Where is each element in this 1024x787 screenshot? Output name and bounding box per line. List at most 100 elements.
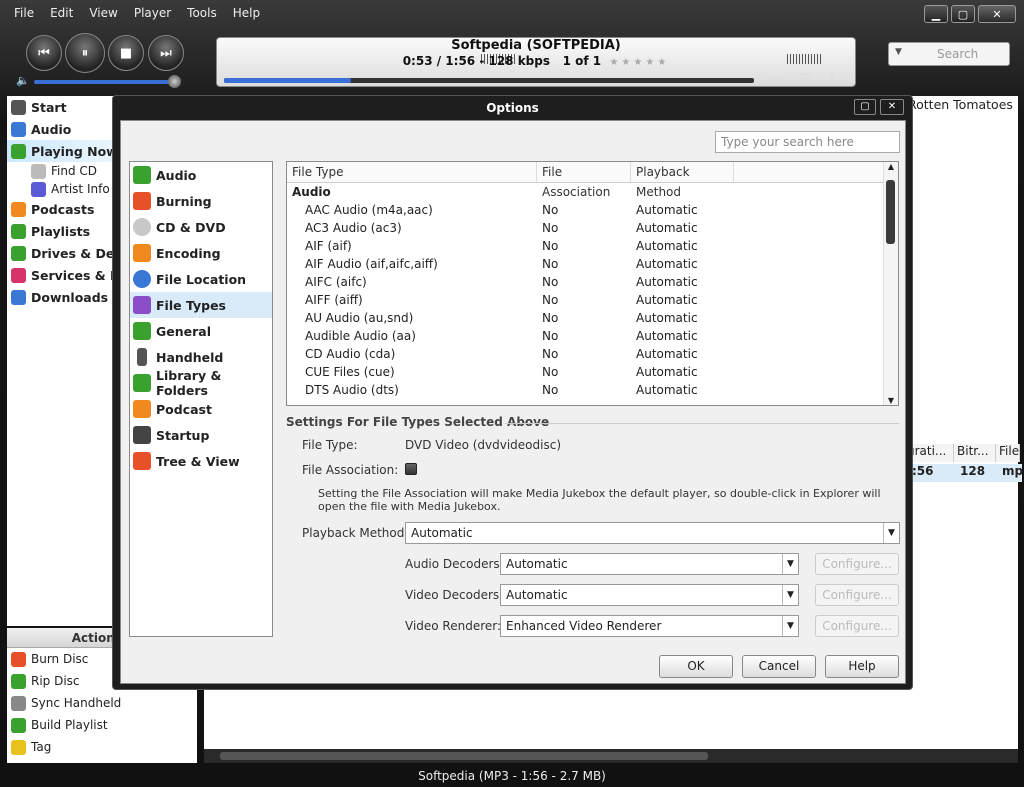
video-renderer-label: Video Renderer:	[405, 619, 502, 633]
puzzle-icon	[133, 296, 151, 314]
playback-method-value: Automatic	[411, 526, 473, 540]
chevron-down-icon[interactable]: ▼	[883, 523, 899, 543]
playback-cell: Automatic	[636, 347, 698, 361]
menu-tools[interactable]: Tools	[179, 6, 225, 24]
close-button[interactable]: ✕	[978, 5, 1016, 23]
table-row[interactable]: AU Audio (au,snd) No Automatic	[287, 309, 898, 327]
tree-item-burning[interactable]: Burning	[130, 188, 272, 214]
minimize-button[interactable]: ▁	[924, 5, 948, 23]
scroll-down-icon[interactable]: ▼	[884, 396, 898, 405]
tree-item-library-folders[interactable]: Library & Folders	[130, 368, 272, 398]
menu-edit[interactable]: Edit	[42, 6, 81, 24]
association-cell: No	[542, 221, 559, 235]
tree-item-label: Library & Folders	[156, 368, 222, 398]
column-file-association[interactable]: File Association	[537, 162, 631, 199]
table-row[interactable]: AAC Audio (m4a,aac) No Automatic	[287, 201, 898, 219]
video-decoders-select[interactable]: Automatic ▼	[500, 584, 799, 606]
tree-item-file-location[interactable]: File Location	[130, 266, 272, 292]
chevron-down-icon[interactable]: ▼	[895, 47, 902, 57]
options-search-input[interactable]: Type your search here	[715, 131, 900, 153]
configure-video-button[interactable]: Configure...	[815, 584, 899, 606]
action-build-playlist[interactable]: Build Playlist	[7, 714, 197, 736]
previous-button[interactable]: ⏮	[26, 35, 62, 71]
chevron-down-icon[interactable]: ▼	[782, 585, 798, 605]
next-button[interactable]: ⏭	[148, 35, 184, 71]
maximize-button[interactable]: ▢	[951, 5, 975, 23]
tree-item-podcast[interactable]: Podcast	[130, 396, 272, 422]
column-bitrate[interactable]: Bitr...	[954, 444, 996, 462]
tree-item-startup[interactable]: Startup	[130, 422, 272, 448]
scrollbar-thumb[interactable]	[220, 752, 708, 760]
table-row[interactable]: AIF Audio (aif,aifc,aiff) No Automatic	[287, 255, 898, 273]
playback-method-select[interactable]: Automatic ▼	[405, 522, 900, 544]
stop-button[interactable]: ■	[108, 35, 144, 71]
tree-item-cd-dvd[interactable]: CD & DVD	[130, 214, 272, 240]
cancel-button[interactable]: Cancel	[742, 655, 816, 678]
search-box[interactable]: ▼ Search	[888, 42, 1010, 66]
table-row[interactable]: CD Audio (cda) No Automatic	[287, 345, 898, 363]
column-playback-method[interactable]: Playback Method	[631, 162, 734, 199]
table-scrollbar[interactable]: ▲ ▼	[883, 162, 898, 405]
library-icon	[133, 374, 151, 392]
configure-renderer-button[interactable]: Configure...	[815, 615, 899, 637]
tree-item-encoding[interactable]: Encoding	[130, 240, 272, 266]
seek-bar[interactable]	[224, 78, 754, 83]
action-sync-handheld[interactable]: Sync Handheld	[7, 692, 197, 714]
track-row[interactable]: :56 128 mp	[904, 464, 1023, 482]
ok-button[interactable]: OK	[659, 655, 733, 678]
rating-stars[interactable]: ★★★★★	[609, 57, 669, 68]
dialog-body: Type your search here Audio Burning CD &…	[120, 120, 906, 684]
chevron-down-icon[interactable]: ▼	[782, 616, 798, 636]
play-icon	[11, 143, 26, 159]
tree-item-handheld[interactable]: Handheld	[130, 344, 272, 370]
dialog-maximize-button[interactable]: ▢	[854, 99, 876, 115]
start-icon	[11, 99, 26, 115]
table-row[interactable]: AIF (aif) No Automatic	[287, 237, 898, 255]
table-row[interactable]: DTS Audio (dts) No Automatic	[287, 381, 898, 399]
table-row[interactable]: Audible Audio (aa) No Automatic	[287, 327, 898, 345]
artist-icon	[31, 181, 46, 197]
sidebar-item-label: Downloads	[31, 289, 109, 305]
horizontal-scrollbar[interactable]	[204, 749, 1018, 763]
pause-button[interactable]: ⏸	[65, 33, 105, 73]
scrollbar-thumb[interactable]	[886, 180, 895, 244]
scroll-up-icon[interactable]: ▲	[884, 162, 898, 171]
table-row[interactable]: CUE Files (cue) No Automatic	[287, 363, 898, 381]
tree-item-general[interactable]: General	[130, 318, 272, 344]
table-row[interactable]: AC3 Audio (ac3) No Automatic	[287, 219, 898, 237]
configure-audio-button[interactable]: Configure...	[815, 553, 899, 575]
table-rows: AAC Audio (m4a,aac) No Automatic AC3 Audio …	[287, 201, 898, 399]
file-association-checkbox[interactable]	[405, 463, 417, 475]
tree-item-file-types[interactable]: File Types	[130, 292, 272, 318]
playlist-icon[interactable]: ☰	[800, 72, 812, 87]
tree-item-audio[interactable]: Audio	[130, 162, 272, 188]
menu-file[interactable]: File	[6, 6, 42, 24]
sidebar-item-label: Services & Pl	[31, 267, 124, 283]
playlist-icon	[11, 717, 26, 733]
help-button[interactable]: Help	[825, 655, 899, 678]
audio-icon	[133, 166, 151, 184]
repeat-icon[interactable]: ⇄	[772, 74, 783, 89]
column-file[interactable]: File	[996, 444, 1020, 462]
video-renderer-select[interactable]: Enhanced Video Renderer ▼	[500, 615, 799, 637]
table-row[interactable]: AIFC (aifc) No Automatic	[287, 273, 898, 291]
column-file-type[interactable]: File Type	[287, 162, 537, 182]
chevron-down-icon[interactable]: ▼	[782, 554, 798, 574]
file-type-cell: CD Audio (cda)	[305, 347, 396, 361]
volume-knob[interactable]	[168, 75, 181, 88]
equalizer-icon[interactable]: ⫼	[829, 72, 835, 87]
tree-item-label: Audio	[156, 167, 197, 183]
file-type-cell: AIF Audio (aif,aifc,aiff)	[305, 257, 438, 271]
dialog-close-button[interactable]: ✕	[880, 99, 904, 115]
volume-slider[interactable]	[34, 80, 174, 84]
action-tag[interactable]: Tag	[7, 736, 197, 758]
menu-help[interactable]: Help	[225, 6, 268, 24]
rotten-tomatoes-tab[interactable]: Rotten Tomatoes	[908, 97, 1013, 112]
table-row[interactable]: AIFF (aiff) No Automatic	[287, 291, 898, 309]
menu-view[interactable]: View	[81, 6, 125, 24]
audio-decoders-select[interactable]: Automatic ▼	[500, 553, 799, 575]
menu-player[interactable]: Player	[126, 6, 179, 24]
action-label: Tag	[31, 740, 52, 754]
table-header: File Type File Association Playback Meth…	[287, 162, 898, 199]
tree-item-tree-view[interactable]: Tree & View	[130, 448, 272, 474]
